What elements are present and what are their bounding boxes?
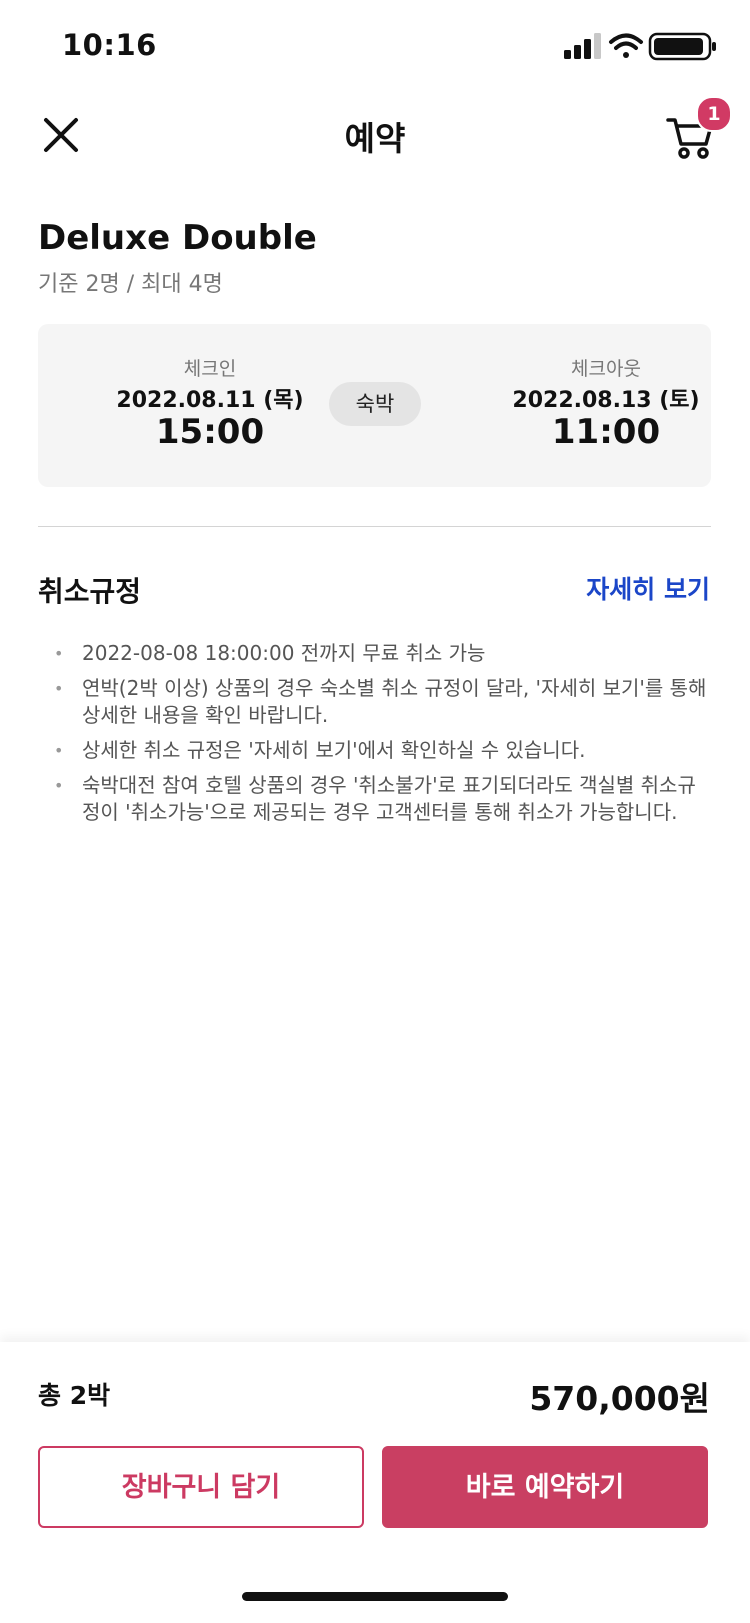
policy-item: 상세한 취소 규정은 '자세히 보기'에서 확인하실 수 있습니다.: [52, 737, 712, 764]
room-name: Deluxe Double: [38, 218, 317, 258]
book-now-button[interactable]: 바로 예약하기: [382, 1446, 708, 1528]
checkout-block: 체크아웃 2022.08.13 (토) 11:00: [476, 354, 736, 452]
total-price: 570,000원: [529, 1379, 710, 1418]
checkin-date: 2022.08.11 (목): [116, 388, 304, 413]
policy-list: 2022-08-08 18:00:00 전까지 무료 취소 가능 연박(2박 이…: [52, 640, 712, 834]
checkin-label: 체크인: [183, 358, 237, 380]
status-icons: [564, 30, 720, 64]
home-indicator[interactable]: [242, 1592, 508, 1601]
page-title: 예약: [344, 119, 406, 158]
stay-dates-card: 체크인 2022.08.11 (목) 15:00 숙박 체크아웃 2022.08…: [38, 324, 711, 487]
policy-item: 2022-08-08 18:00:00 전까지 무료 취소 가능: [52, 640, 712, 667]
booking-footer: 총 2박 570,000원 장바구니 담기 바로 예약하기: [0, 1342, 750, 1623]
checkout-label: 체크아웃: [571, 358, 641, 380]
header: 예약: [0, 90, 750, 180]
stay-type-badge: 숙박: [329, 382, 421, 426]
checkout-time: 11:00: [551, 412, 661, 452]
cellular-signal-icon: [564, 33, 601, 59]
checkin-block: 체크인 2022.08.11 (목) 15:00: [80, 354, 340, 452]
policy-item: 연박(2박 이상) 상품의 경우 숙소별 취소 규정이 달라, '자세히 보기'…: [52, 675, 712, 729]
wifi-icon: [609, 33, 643, 58]
status-bar: 10:16: [0, 0, 750, 90]
battery-icon: [648, 32, 716, 61]
policy-details-link[interactable]: 자세히 보기: [586, 570, 710, 606]
checkin-time: 15:00: [155, 412, 265, 452]
section-divider: [38, 526, 711, 527]
policy-title: 취소규정: [38, 575, 142, 608]
total-nights: 총 2박: [38, 1381, 111, 1410]
cart-count-badge: 1: [696, 96, 732, 132]
policy-item: 숙박대전 참여 호텔 상품의 경우 '취소불가'로 표기되더라도 객실별 취소규…: [52, 772, 712, 826]
add-to-cart-button[interactable]: 장바구니 담기: [38, 1446, 364, 1528]
status-time: 10:16: [62, 28, 157, 62]
room-capacity: 기준 2명 / 최대 4명: [38, 272, 223, 297]
checkout-date: 2022.08.13 (토): [512, 388, 700, 413]
